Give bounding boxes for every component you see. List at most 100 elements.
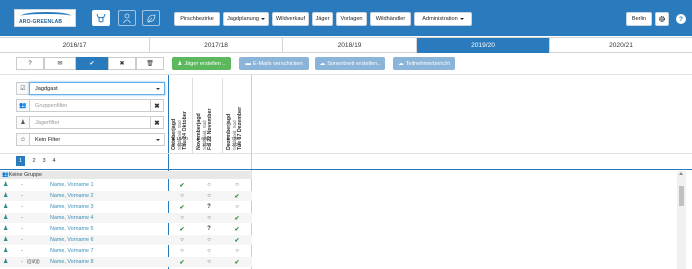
filter-deleted-button[interactable]: 🗑 (136, 57, 164, 70)
nav-label: Wildverkauf (275, 16, 306, 22)
create-hunter-button[interactable]: ♟ Jäger erstellen .. (172, 57, 231, 70)
status-cell[interactable]: ✔ (232, 225, 242, 233)
type-select-value: Jagdgast (35, 85, 58, 92)
status-cell[interactable]: ✔ (177, 225, 187, 233)
nav-administration-dropdown[interactable]: Administration (414, 12, 472, 26)
status-cell[interactable]: ○ (204, 236, 214, 244)
hunter-name-link[interactable]: Name, Vorname 8 (50, 259, 93, 265)
status-cell[interactable]: ○ (204, 247, 214, 255)
tab-year-2016-17[interactable]: 2016/17 (0, 38, 150, 53)
filter-unanswered-button[interactable]: ? (16, 57, 44, 70)
page-label: 1 (18, 158, 23, 164)
hunter-name-link[interactable]: Name, Vorname 5 (50, 226, 93, 232)
nav-wildverkauf[interactable]: Wildverkauf (272, 12, 309, 26)
event-column-oktober[interactable]: Oktoberjagd Stadtwald, Süd Thu 24 Oktobe… (171, 78, 192, 150)
table-row[interactable]: ♟ - Name, Vorname 2 ○ ○ ✔ (0, 191, 252, 201)
scrollbar-thumb[interactable] (679, 186, 684, 206)
tab-year-2018-19[interactable]: 2018/19 (283, 38, 417, 53)
hunter-filter: ♟ Jägerfilter ✖ (16, 116, 164, 129)
status-cell[interactable]: ✔ (232, 214, 242, 222)
hunter-name-link[interactable]: Name, Vorname 4 (50, 215, 93, 221)
location-button[interactable]: Berlin (626, 12, 652, 26)
status-cell[interactable]: ✔ (177, 258, 187, 266)
table-row[interactable]: ♟ - Name, Vorname 5 ✔? ✔ (0, 224, 252, 234)
type-select[interactable]: Jagdgast (29, 82, 165, 95)
table-row[interactable]: ♟ - Name, Vorname 6 ○ ○ ✔ (0, 235, 252, 245)
nav-jagdplanung-dropdown[interactable]: Jagdplanung (223, 12, 269, 26)
participant-report-button[interactable]: ☁ Teilnehmerbericht (393, 57, 455, 70)
page-2[interactable]: 2 (30, 156, 38, 166)
status-cell[interactable]: ✔ (232, 258, 242, 266)
hunter-name-link[interactable]: Name, Vorname 1 (50, 182, 93, 188)
status-cell[interactable]: ○ (204, 214, 214, 222)
user-plus-icon: ♟ (177, 60, 183, 67)
table-row[interactable]: ♟ - Name, Vorname 1 ✔ ○ ○ (0, 180, 252, 190)
scroll-up-arrow-icon[interactable] (679, 172, 683, 175)
table-row[interactable]: ♟ - (((⚙))) Name, Vorname 8 ✔ ○ ✔ (0, 257, 252, 267)
status-cell[interactable]: ✔ (177, 181, 187, 189)
hunter-filter-placeholder: Jägerfilter (35, 119, 60, 126)
status-cell[interactable]: ? (204, 225, 214, 233)
event-guest-count: ☺ 4/25 (171, 142, 186, 147)
nav-wildhaendler[interactable]: Wildhändler (370, 12, 411, 26)
status-cell[interactable]: ○ (177, 236, 187, 244)
status-cell[interactable]: ? (204, 203, 214, 211)
hunter-filter-input[interactable]: Jägerfilter (29, 116, 151, 129)
event-column-november[interactable]: Novemberjagd Stadtwald, Süd Fri 22 Novem… (196, 78, 217, 150)
send-emails-button[interactable]: ▬ E-Mails verschicken (239, 57, 309, 70)
nav-jaeger[interactable]: Jäger (312, 12, 333, 26)
cloud-icon: ☁ (398, 60, 404, 67)
gear-icon[interactable] (655, 12, 669, 26)
nav-label: Jäger (315, 16, 330, 22)
row-dash: - (21, 182, 23, 188)
leaf-icon[interactable] (142, 10, 160, 26)
status-cell[interactable]: ○ (204, 192, 214, 200)
status-cell[interactable]: ○ (177, 247, 187, 255)
app-logo[interactable]: ARO-GREENLAB (14, 9, 76, 27)
event-column-dezember[interactable]: Dezemberjagd Stadtwald, Süd Tue 17 Dezem… (226, 78, 247, 150)
table-row[interactable]: ♟ - Name, Vorname 4 ○ ○ ✔ (0, 213, 252, 223)
page-3[interactable]: 3 (40, 156, 48, 166)
event-guest-count: ☺ 1/25 (196, 142, 211, 147)
status-cell[interactable]: ○ (204, 258, 214, 266)
status-cell[interactable]: ✔ (177, 203, 187, 211)
clear-group-filter-button[interactable]: ✖ (150, 99, 164, 112)
deer-icon[interactable] (92, 10, 110, 26)
status-cell[interactable]: ○ (232, 181, 242, 189)
hunter-name-link[interactable]: Name, Vorname 6 (50, 237, 93, 243)
status-select[interactable]: Kein Filter (29, 133, 165, 146)
page-1[interactable]: 1 (16, 156, 25, 166)
year-label: 2017/18 (204, 42, 228, 49)
action-label: Jäger erstellen .. (184, 60, 226, 67)
status-cell[interactable]: ○ (177, 214, 187, 222)
table-row[interactable]: ♟ - Name, Vorname 3 ✔? ○ (0, 202, 252, 212)
table-row[interactable]: ♟ - Name, Vorname 7 ○ ○ ○ (0, 246, 252, 256)
filter-mail-button[interactable]: ✉ (44, 57, 76, 70)
tab-year-2017-18[interactable]: 2017/18 (150, 38, 283, 53)
help-icon[interactable]: ? (676, 14, 686, 24)
hunter-name-link[interactable]: Name, Vorname 2 (50, 193, 93, 199)
checkbox-icon[interactable]: ☑ (16, 82, 30, 95)
status-cell[interactable]: ○ (232, 247, 242, 255)
status-cell[interactable]: ○ (232, 203, 242, 211)
group-filter-placeholder: Gruppenfilter (35, 102, 68, 109)
trash-icon: 🗑 (146, 61, 154, 67)
page-4[interactable]: 4 (50, 156, 58, 166)
hunter-name-link[interactable]: Name, Vorname 3 (50, 204, 93, 210)
group-filter-input[interactable]: Gruppenfilter (29, 99, 151, 112)
create-board-button[interactable]: ☁ Sonenbrett erstellen.. (315, 57, 385, 70)
clear-hunter-filter-button[interactable]: ✖ (150, 116, 164, 129)
tab-year-2019-20[interactable]: 2019/20 (417, 38, 550, 53)
filter-accepted-button[interactable]: ✔ (76, 57, 108, 70)
nav-pirschbezirke[interactable]: Pirschbezirke (174, 12, 220, 26)
person-icon[interactable] (118, 10, 136, 26)
nav-vorlagen[interactable]: Vorlagen (336, 12, 367, 26)
status-cell[interactable]: ✔ (232, 236, 242, 244)
filter-declined-button[interactable]: ✖ (108, 57, 136, 70)
hunter-name-link[interactable]: Name, Vorname 7 (50, 248, 93, 254)
mail-icon: ✉ (57, 61, 63, 67)
status-cell[interactable]: ○ (204, 181, 214, 189)
status-cell[interactable]: ✔ (232, 192, 242, 200)
status-cell[interactable]: ○ (177, 192, 187, 200)
tab-year-2020-21[interactable]: 2020/21 (550, 38, 692, 53)
